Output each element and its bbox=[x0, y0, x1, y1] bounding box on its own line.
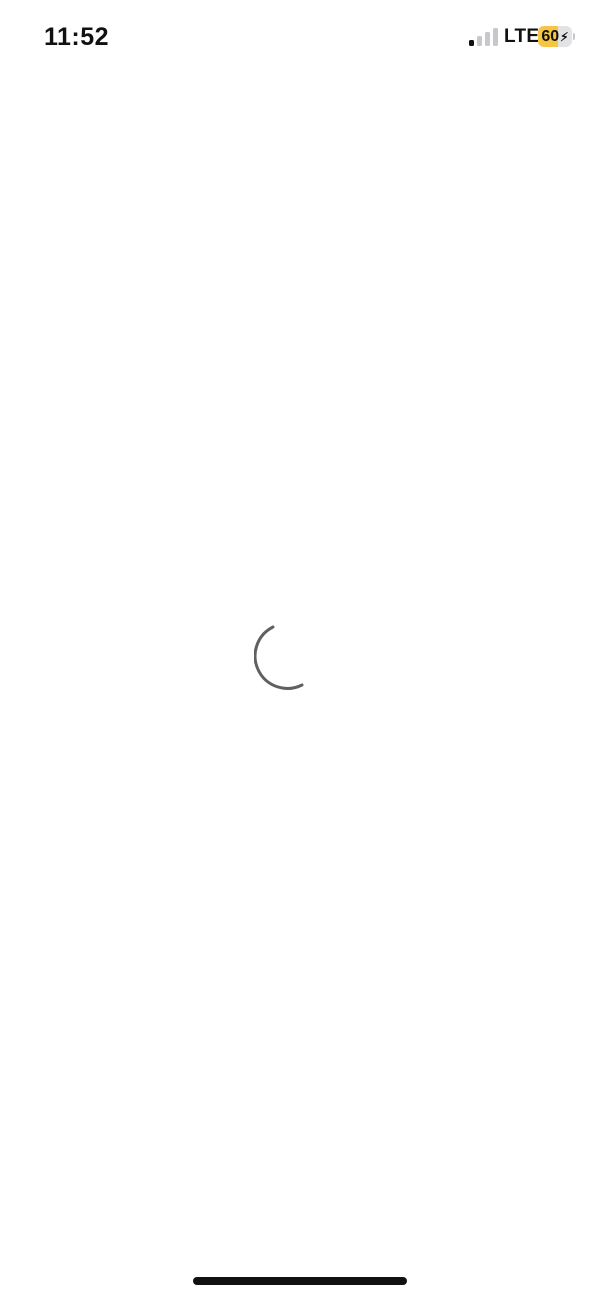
signal-bar-3 bbox=[485, 32, 490, 46]
signal-bar-2 bbox=[477, 36, 482, 46]
battery-label: 60 ⚡︎ bbox=[538, 26, 572, 47]
battery-body: 60 ⚡︎ bbox=[538, 26, 572, 47]
status-bar: 11:52 LTE 60 ⚡︎ bbox=[0, 0, 600, 72]
battery-icon: 60 ⚡︎ bbox=[538, 26, 575, 47]
signal-bar-1 bbox=[469, 40, 474, 46]
charging-bolt-icon: ⚡︎ bbox=[560, 29, 569, 44]
home-indicator[interactable] bbox=[193, 1277, 407, 1285]
loading-spinner-icon bbox=[254, 625, 304, 690]
signal-bar-4 bbox=[493, 28, 498, 46]
battery-percent: 60 bbox=[541, 27, 560, 45]
battery-cap bbox=[573, 33, 575, 40]
network-type: LTE bbox=[504, 26, 540, 47]
cellular-signal-icon bbox=[469, 28, 499, 46]
app-screen: 11:52 LTE 60 ⚡︎ bbox=[0, 0, 600, 1298]
status-time: 11:52 bbox=[44, 23, 110, 51]
